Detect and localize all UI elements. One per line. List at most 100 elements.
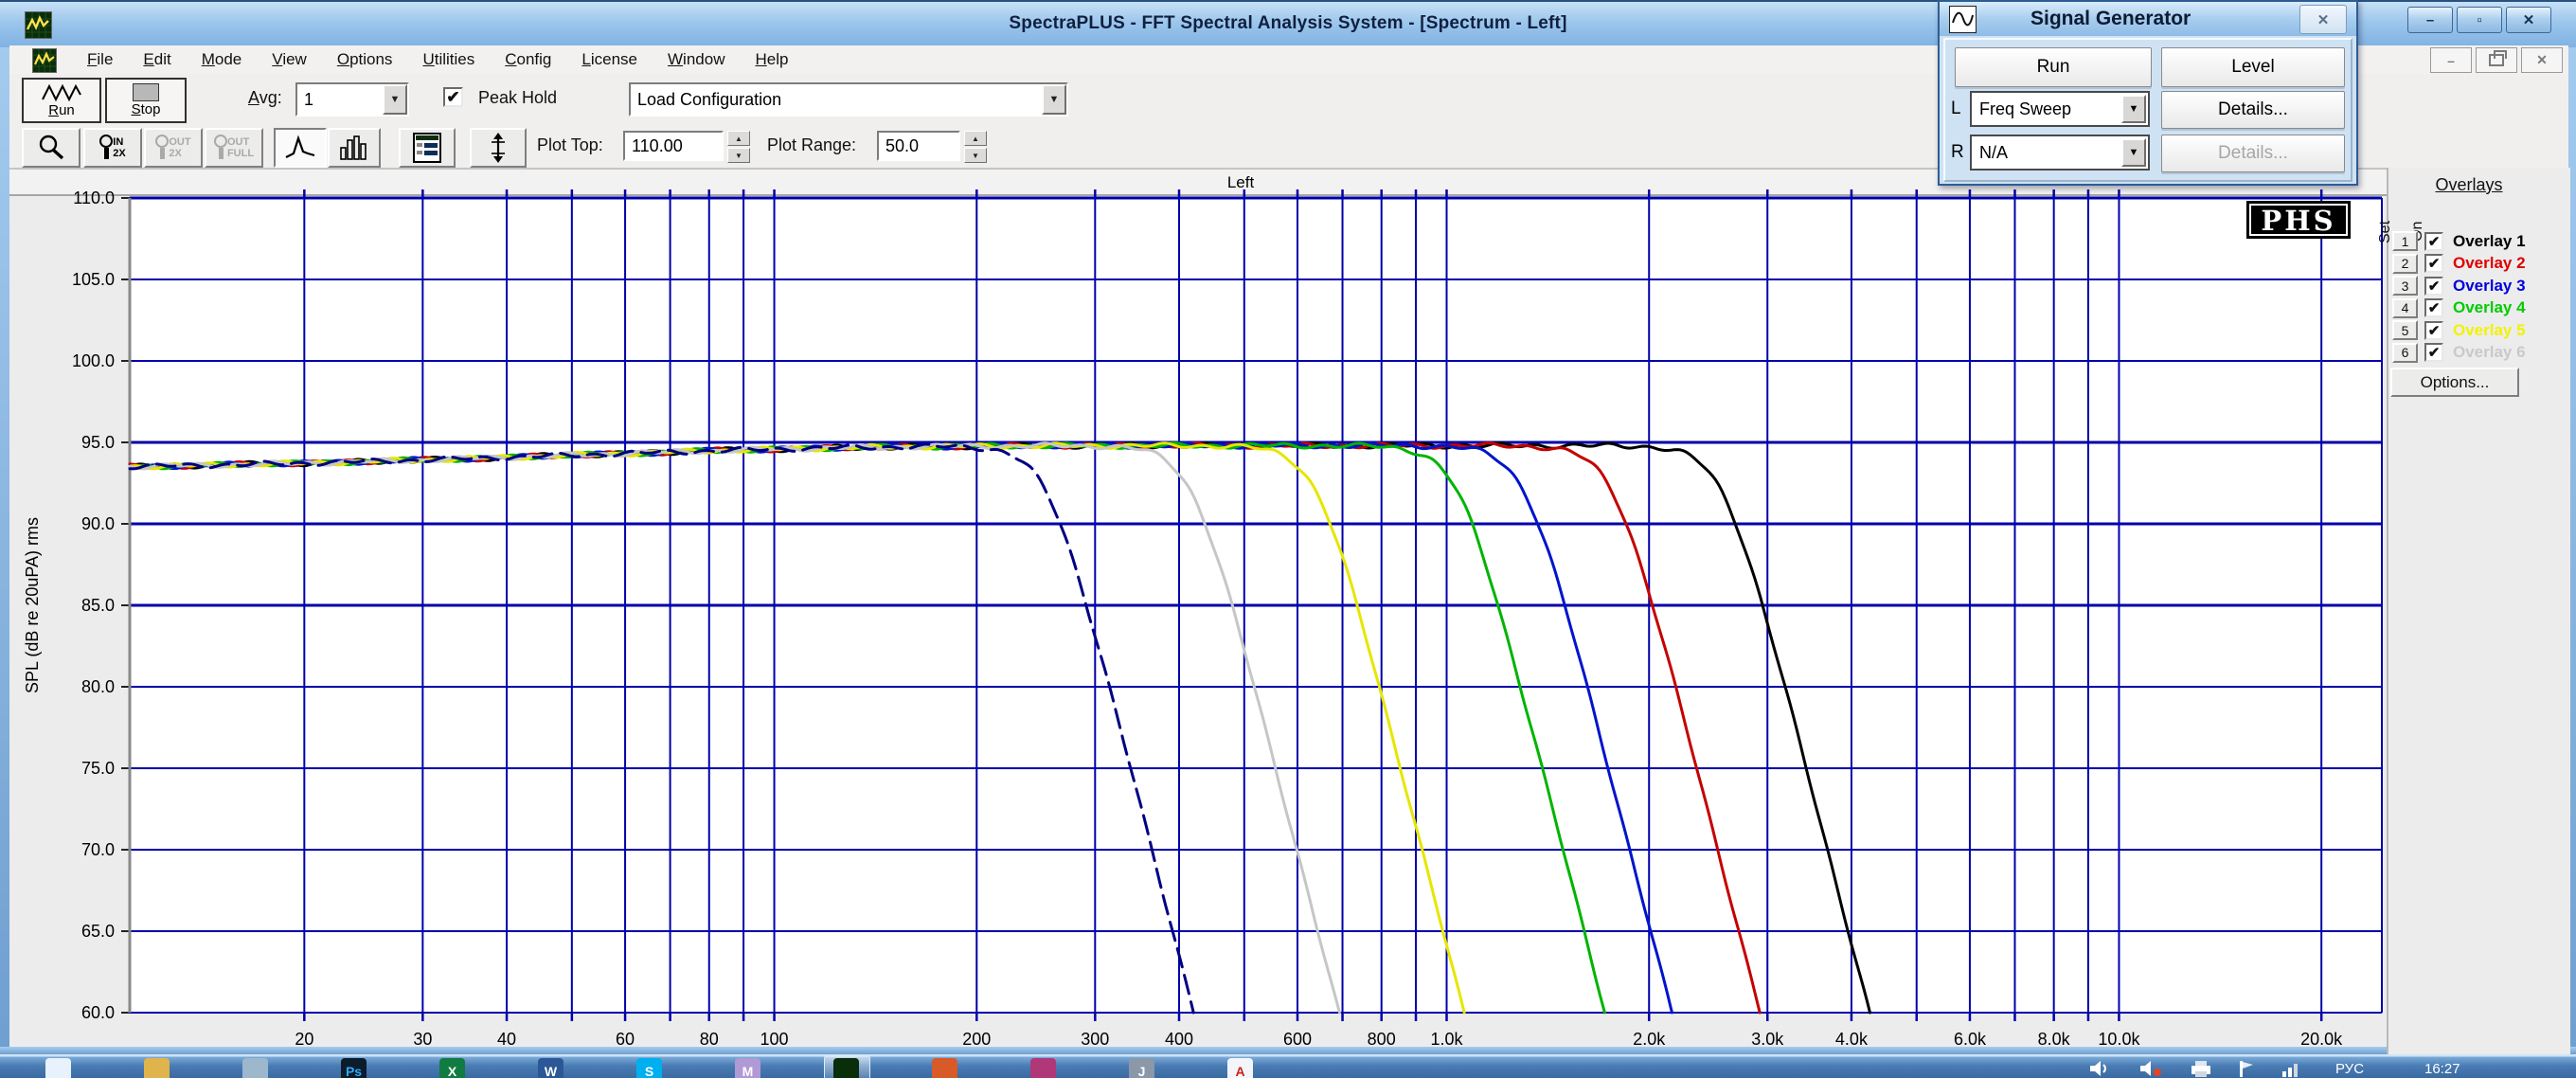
taskbar-icon-autocad[interactable]: A — [1227, 1058, 1253, 1078]
zoom-button[interactable] — [22, 128, 80, 168]
peak-hold-label: Peak Hold — [478, 88, 557, 108]
overlay-on-checkbox-3[interactable]: ✔ — [2424, 277, 2443, 296]
child-restore-button[interactable] — [2476, 47, 2517, 73]
line-plot-mode-button[interactable] — [274, 128, 327, 168]
volume-alert-icon[interactable] — [2138, 1060, 2163, 1077]
svg-text:60.0: 60.0 — [81, 1003, 115, 1022]
svg-text:800: 800 — [1368, 1030, 1396, 1049]
overlay-on-checkbox-6[interactable]: ✔ — [2424, 343, 2443, 362]
overlay-set-button-6[interactable]: 6 — [2392, 343, 2418, 363]
taskbar-icon-photo-app[interactable] — [1030, 1058, 1056, 1078]
plot-range-input[interactable]: 50.0 — [877, 131, 960, 161]
overlay-set-button-2[interactable]: 2 — [2392, 254, 2418, 274]
signal-generator-window[interactable]: Signal Generator ✕ Run Level L Freq Swee… — [1938, 0, 2358, 186]
avg-label: Avg: — [248, 88, 282, 108]
overlay-set-button-3[interactable]: 3 — [2392, 276, 2418, 296]
overlay-set-button-4[interactable]: 4 — [2392, 298, 2418, 318]
vertical-scale-button[interactable] — [470, 128, 527, 168]
overlay-row-3: 3✔Overlay 3 — [2392, 275, 2526, 296]
taskbar-icon-spectraplus[interactable] — [833, 1058, 859, 1078]
generator-run-button[interactable]: Run — [1955, 47, 2152, 87]
menu-item-window[interactable]: Window — [653, 50, 740, 69]
svg-text:200: 200 — [962, 1030, 991, 1049]
taskbar-icon-browser[interactable] — [932, 1058, 957, 1078]
child-close-button[interactable]: ✕ — [2521, 47, 2563, 73]
minimize-button[interactable]: – — [2407, 7, 2453, 33]
peak-hold-checkbox[interactable]: ✔ — [443, 87, 463, 107]
left-signal-dropdown-arrow[interactable]: ▼ — [2121, 95, 2146, 123]
zoom-in-2x-button[interactable]: IN 2X — [83, 128, 142, 168]
generator-level-button[interactable]: Level — [2161, 47, 2345, 87]
clock[interactable]: 16:27 — [2424, 1061, 2460, 1077]
overlay-set-button-5[interactable]: 5 — [2392, 320, 2418, 340]
left-details-button[interactable]: Details... — [2161, 91, 2345, 129]
svg-text:70.0: 70.0 — [81, 840, 115, 859]
plot-top-input[interactable]: 110.00 — [623, 131, 724, 161]
overlay-set-button-1[interactable]: 1 — [2392, 231, 2418, 251]
right-signal-combobox[interactable]: N/A ▼ — [1970, 135, 2150, 171]
network-icon[interactable] — [2281, 1060, 2303, 1077]
child-minimize-button[interactable]: – — [2430, 47, 2472, 73]
menu-item-utilities[interactable]: Utilities — [407, 50, 490, 69]
mdi-child-icon[interactable] — [32, 48, 57, 73]
menu-item-options[interactable]: Options — [322, 50, 408, 69]
menu-item-license[interactable]: License — [566, 50, 653, 69]
menu-item-help[interactable]: Help — [740, 50, 803, 69]
left-channel-label: L — [1951, 99, 1961, 119]
taskbar-icon-word[interactable]: W — [538, 1058, 564, 1078]
zoom-full-icon — [214, 134, 227, 162]
stop-button[interactable]: Stop — [105, 78, 187, 123]
load-configuration-dropdown-arrow[interactable]: ▼ — [1042, 84, 1066, 115]
avg-dropdown-arrow[interactable]: ▼ — [383, 84, 407, 115]
right-signal-value: N/A — [1979, 143, 2008, 163]
overlay-label-4: Overlay 4 — [2453, 298, 2526, 317]
plot-range-value: 50.0 — [886, 136, 919, 156]
close-button[interactable]: ✕ — [2506, 7, 2551, 33]
left-signal-combobox[interactable]: Freq Sweep ▼ — [1970, 91, 2150, 127]
overlays-options-button[interactable]: Options... — [2390, 368, 2519, 397]
display-options-button[interactable] — [399, 128, 456, 168]
overlay-row-5: 5✔Overlay 5 — [2392, 319, 2526, 341]
taskbar-icon-media-player[interactable] — [242, 1058, 268, 1078]
notification-flag-icon[interactable] — [2237, 1060, 2256, 1077]
run-button[interactable]: Run — [22, 78, 101, 123]
taskbar-icon-utility[interactable]: J — [1129, 1058, 1154, 1078]
svg-text:100.0: 100.0 — [72, 351, 115, 370]
zoom-out-full-button[interactable]: OUT FULL — [205, 128, 263, 168]
plot-top-spinner[interactable]: ▲▼ — [727, 131, 750, 163]
maximize-button[interactable]: ▫ — [2457, 7, 2502, 33]
signal-generator-close-button[interactable]: ✕ — [2299, 5, 2347, 34]
taskbar-icon-start-orb[interactable] — [45, 1058, 71, 1078]
overlay-on-checkbox-4[interactable]: ✔ — [2424, 298, 2443, 317]
menu-item-mode[interactable]: Mode — [187, 50, 258, 69]
right-details-button[interactable]: Details... — [2161, 135, 2345, 172]
right-channel-label: R — [1951, 142, 1964, 163]
right-signal-dropdown-arrow[interactable]: ▼ — [2121, 138, 2146, 167]
menu-item-edit[interactable]: Edit — [128, 50, 186, 69]
volume-icon[interactable] — [2088, 1060, 2113, 1077]
taskbar-icon-outlook[interactable]: M — [735, 1058, 760, 1078]
zoom-out-2x-button[interactable]: OUT 2X — [144, 128, 203, 168]
desktop: SpectraPLUS - FFT Spectral Analysis Syst… — [0, 0, 2576, 1078]
taskbar-icon-photoshop[interactable]: Ps — [341, 1058, 367, 1078]
bar-plot-mode-button[interactable] — [328, 128, 381, 168]
svg-text:4.0k: 4.0k — [1835, 1030, 1869, 1049]
taskbar-icon-excel[interactable]: X — [439, 1058, 465, 1078]
menu-item-view[interactable]: View — [257, 50, 322, 69]
plot-range-spinner[interactable]: ▲▼ — [964, 131, 987, 163]
overlay-on-checkbox-5[interactable]: ✔ — [2424, 321, 2443, 340]
signal-generator-title-bar[interactable]: Signal Generator ✕ — [1940, 2, 2356, 36]
zoom-in-icon — [99, 134, 113, 162]
taskbar-icon-skype[interactable]: S — [636, 1058, 662, 1078]
taskbar-icon-explorer-folder[interactable] — [144, 1058, 170, 1078]
printer-icon[interactable] — [2190, 1060, 2212, 1077]
taskbar[interactable]: Ps X W S M J A РУС 16:27 — [0, 1054, 2576, 1078]
svg-text:10.0k: 10.0k — [2098, 1030, 2140, 1049]
menu-item-file[interactable]: File — [72, 50, 128, 69]
overlay-on-checkbox-2[interactable]: ✔ — [2424, 254, 2443, 273]
avg-combobox[interactable]: 1 ▼ — [295, 82, 409, 117]
language-indicator[interactable]: РУС — [2335, 1061, 2364, 1077]
load-configuration-combobox[interactable]: Load Configuration ▼ — [629, 82, 1068, 117]
menu-item-config[interactable]: Config — [490, 50, 566, 69]
overlay-on-checkbox-1[interactable]: ✔ — [2424, 232, 2443, 251]
